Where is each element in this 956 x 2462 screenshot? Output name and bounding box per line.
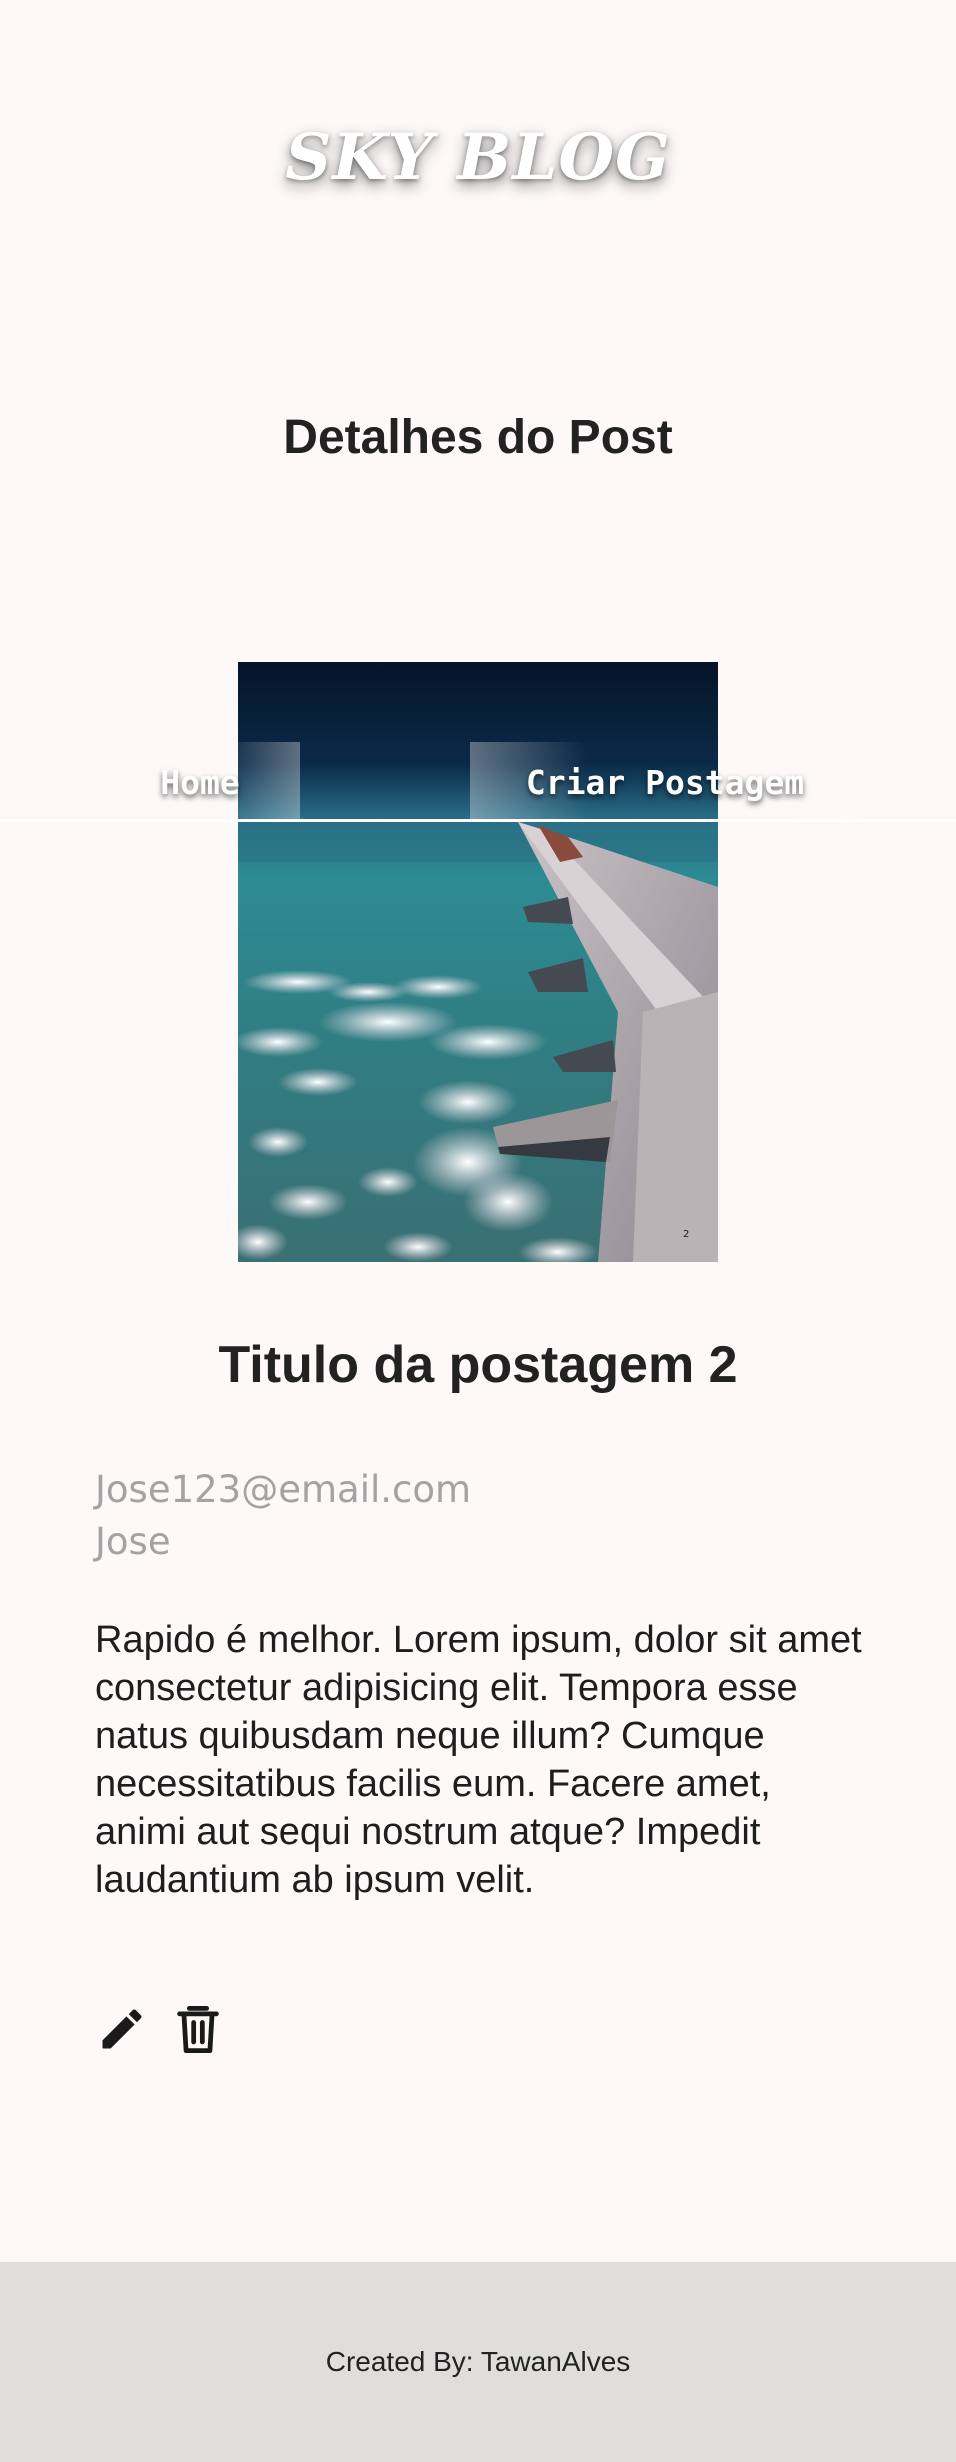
- site-logo[interactable]: SKY BLOG: [0, 120, 956, 195]
- nav-home-link[interactable]: Home: [100, 742, 300, 822]
- delete-button[interactable]: [171, 2002, 225, 2056]
- site-footer: Created By: TawanAlves: [0, 2262, 956, 2462]
- post-title: Titulo da postagem 2: [218, 1336, 738, 1394]
- author-email: Jose123@email.com: [95, 1468, 472, 1511]
- edit-button[interactable]: [95, 2002, 149, 2056]
- post-author-meta: Jose123@email.com Jose: [95, 1464, 471, 1568]
- trash-icon: [177, 2006, 219, 2054]
- footer-credit: Created By: TawanAlves: [325, 2346, 631, 2377]
- author-name: Jose: [95, 1520, 171, 1563]
- svg-text:2: 2: [683, 1229, 689, 1240]
- post-body: Rapido é melhor. Lorem ipsum, dolor sit …: [95, 1619, 862, 1901]
- post-actions: [95, 2002, 225, 2056]
- pencil-icon: [102, 2009, 142, 2049]
- post-details-page: SKY BLOG Detalhes do Post 2 Home Criar P…: [0, 0, 956, 2462]
- nav-create-post-link[interactable]: Criar Postagem: [470, 742, 860, 822]
- main-nav: Home Criar Postagem: [0, 742, 956, 822]
- page-title: Detalhes do Post: [283, 411, 673, 464]
